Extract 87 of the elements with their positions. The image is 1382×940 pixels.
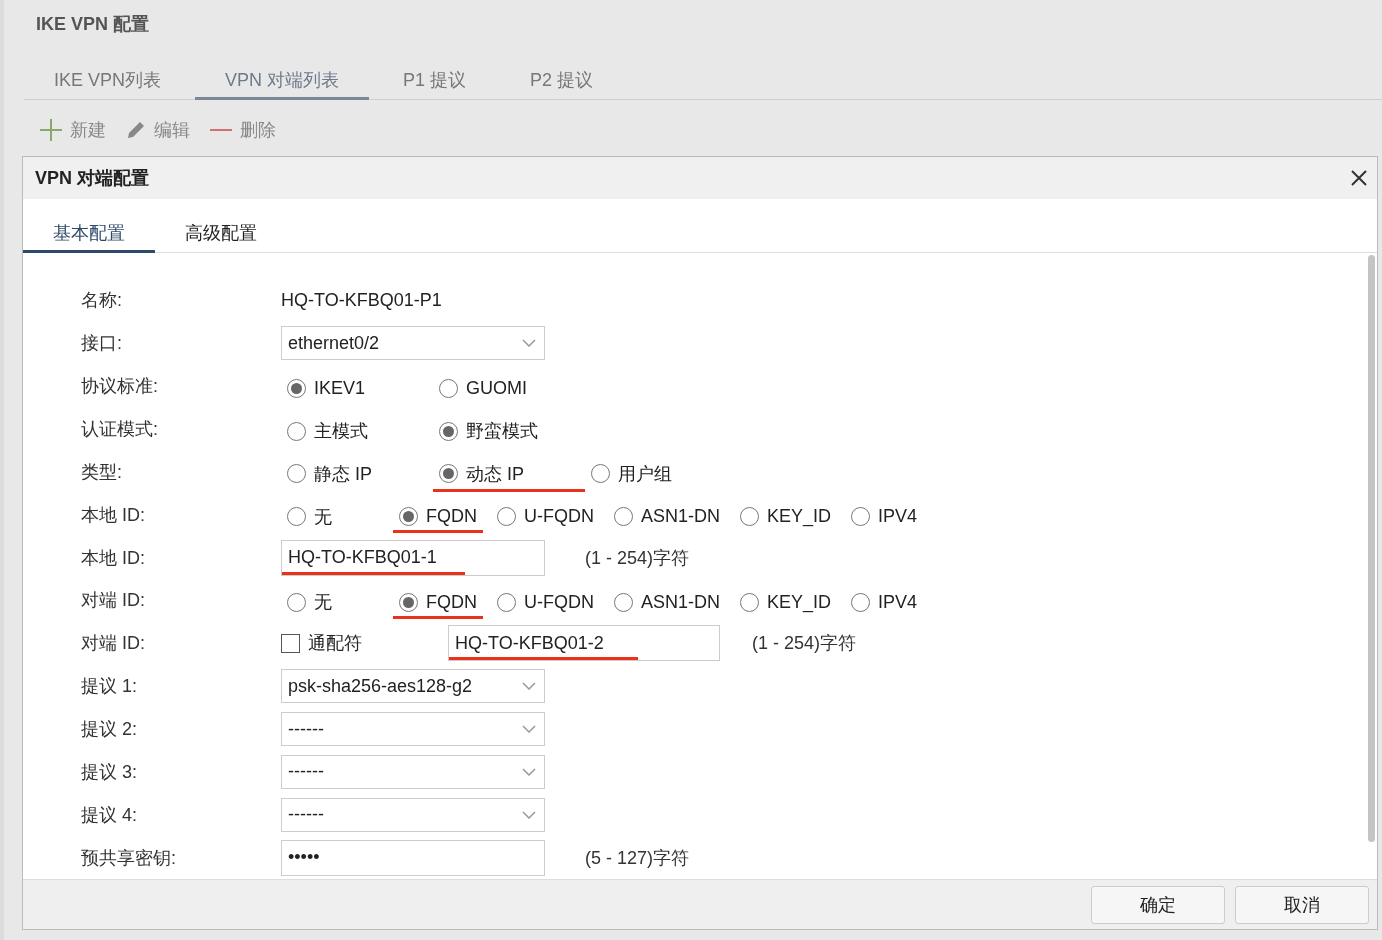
- radio-option[interactable]: GUOMI: [433, 373, 585, 405]
- radio-option[interactable]: KEY_ID: [734, 502, 838, 534]
- radio-button[interactable]: [497, 592, 516, 612]
- radio-option[interactable]: 用户组: [585, 457, 737, 492]
- radio-option[interactable]: 主模式: [281, 415, 433, 449]
- radio-option[interactable]: 无: [281, 500, 393, 535]
- field-label: 本地 ID:: [81, 503, 146, 527]
- tab[interactable]: VPN 对端列表: [195, 58, 370, 100]
- caret-icon: [522, 339, 536, 348]
- field-label: 本地 ID:: [81, 546, 146, 570]
- tab[interactable]: 基本配置: [23, 221, 155, 253]
- tab[interactable]: P2 提议: [500, 58, 624, 100]
- radio-button[interactable]: [614, 507, 633, 527]
- radio-button[interactable]: [439, 464, 458, 484]
- dropdown-field[interactable]: ------: [281, 797, 545, 832]
- checkbox[interactable]: [281, 633, 300, 653]
- dropdown-field[interactable]: ------: [281, 712, 545, 746]
- field-label: 提议 2:: [81, 718, 138, 741]
- plus-icon: [40, 119, 62, 141]
- confirm-button[interactable]: 确定: [1091, 885, 1225, 924]
- radio-button[interactable]: [399, 507, 418, 527]
- caret-icon: [522, 682, 536, 691]
- caret-icon: [522, 725, 536, 733]
- dropdown-field[interactable]: ------: [281, 754, 545, 789]
- radio-option[interactable]: FQDN: [393, 502, 483, 534]
- scrollbar[interactable]: [1367, 255, 1375, 842]
- radio-option[interactable]: 静态 IP: [281, 457, 433, 492]
- field-hint: (1 - 254)字符: [585, 546, 690, 570]
- dropdown-field[interactable]: ethernet0/2: [281, 326, 545, 361]
- field-label: 预共享密钥:: [81, 846, 177, 870]
- field-label: 认证模式:: [81, 418, 159, 441]
- radio-option[interactable]: IKEV1: [281, 373, 433, 405]
- field-label: 类型:: [81, 460, 123, 484]
- radio-button[interactable]: [287, 378, 306, 398]
- close-button[interactable]: [1351, 170, 1367, 186]
- caret-icon: [522, 767, 536, 776]
- radio-option[interactable]: IPV4: [845, 502, 924, 534]
- field-hint: (5 - 127)字符: [585, 846, 690, 870]
- pencil-icon: [126, 120, 146, 140]
- radio-button[interactable]: [740, 592, 759, 612]
- radio-option[interactable]: 动态 IP: [433, 457, 585, 492]
- dropdown-field[interactable]: psk-sha256-aes128-g2: [281, 669, 545, 704]
- radio-button[interactable]: [497, 507, 516, 527]
- radio-button[interactable]: [287, 421, 306, 441]
- radio-option[interactable]: ASN1-DN: [608, 502, 726, 534]
- radio-option[interactable]: 无: [281, 586, 393, 621]
- field-label: 协议标准:: [81, 375, 159, 399]
- tab[interactable]: P1 提议: [373, 58, 497, 100]
- field-hint: (1 - 254)字符: [752, 632, 857, 656]
- close-icon: [1351, 170, 1367, 186]
- cancel-button[interactable]: 取消: [1235, 885, 1369, 924]
- radio-option[interactable]: KEY_ID: [734, 587, 838, 619]
- radio-button[interactable]: [287, 592, 306, 612]
- field-label: 接口:: [81, 332, 123, 356]
- radio-button[interactable]: [439, 378, 458, 398]
- radio-button[interactable]: [591, 464, 610, 484]
- radio-button[interactable]: [287, 507, 306, 527]
- field-label: 名称:: [81, 289, 123, 313]
- radio-button[interactable]: [740, 507, 759, 527]
- field-label: 对端 ID:: [81, 632, 146, 656]
- caret-icon: [522, 810, 536, 819]
- input-field[interactable]: HQ-TO-KFBQ01-1: [281, 539, 545, 576]
- radio-option[interactable]: U-FQDN: [491, 502, 600, 534]
- radio-option[interactable]: IPV4: [845, 587, 924, 619]
- minus-icon: [210, 128, 232, 132]
- field-label: 提议 3:: [81, 760, 138, 784]
- radio-button[interactable]: [614, 592, 633, 612]
- radio-option[interactable]: ASN1-DN: [608, 587, 726, 619]
- field-label: 提议 4:: [81, 803, 138, 827]
- radio-button[interactable]: [851, 507, 871, 527]
- field-value: HQ-TO-KFBQ01-P1: [281, 289, 442, 311]
- page-title: IKE VPN 配置: [35, 13, 151, 36]
- radio-option[interactable]: FQDN: [393, 587, 483, 619]
- dialog-title: VPN 对端配置: [35, 167, 149, 190]
- field-label: 对端 ID:: [81, 589, 146, 613]
- tab[interactable]: 高级配置: [155, 221, 287, 253]
- input-field[interactable]: HQ-TO-KFBQ01-2: [448, 625, 720, 662]
- radio-button[interactable]: [851, 592, 871, 612]
- radio-option[interactable]: 野蛮模式: [433, 415, 585, 449]
- radio-button[interactable]: [439, 421, 458, 441]
- wildcard-checkbox[interactable]: 通配符: [281, 631, 448, 656]
- field-label: 提议 1:: [81, 675, 138, 699]
- password-field[interactable]: •••••: [281, 839, 545, 876]
- tab[interactable]: IKE VPN列表: [24, 58, 192, 100]
- radio-option[interactable]: U-FQDN: [491, 587, 600, 619]
- radio-button[interactable]: [287, 464, 306, 484]
- radio-button[interactable]: [399, 592, 418, 612]
